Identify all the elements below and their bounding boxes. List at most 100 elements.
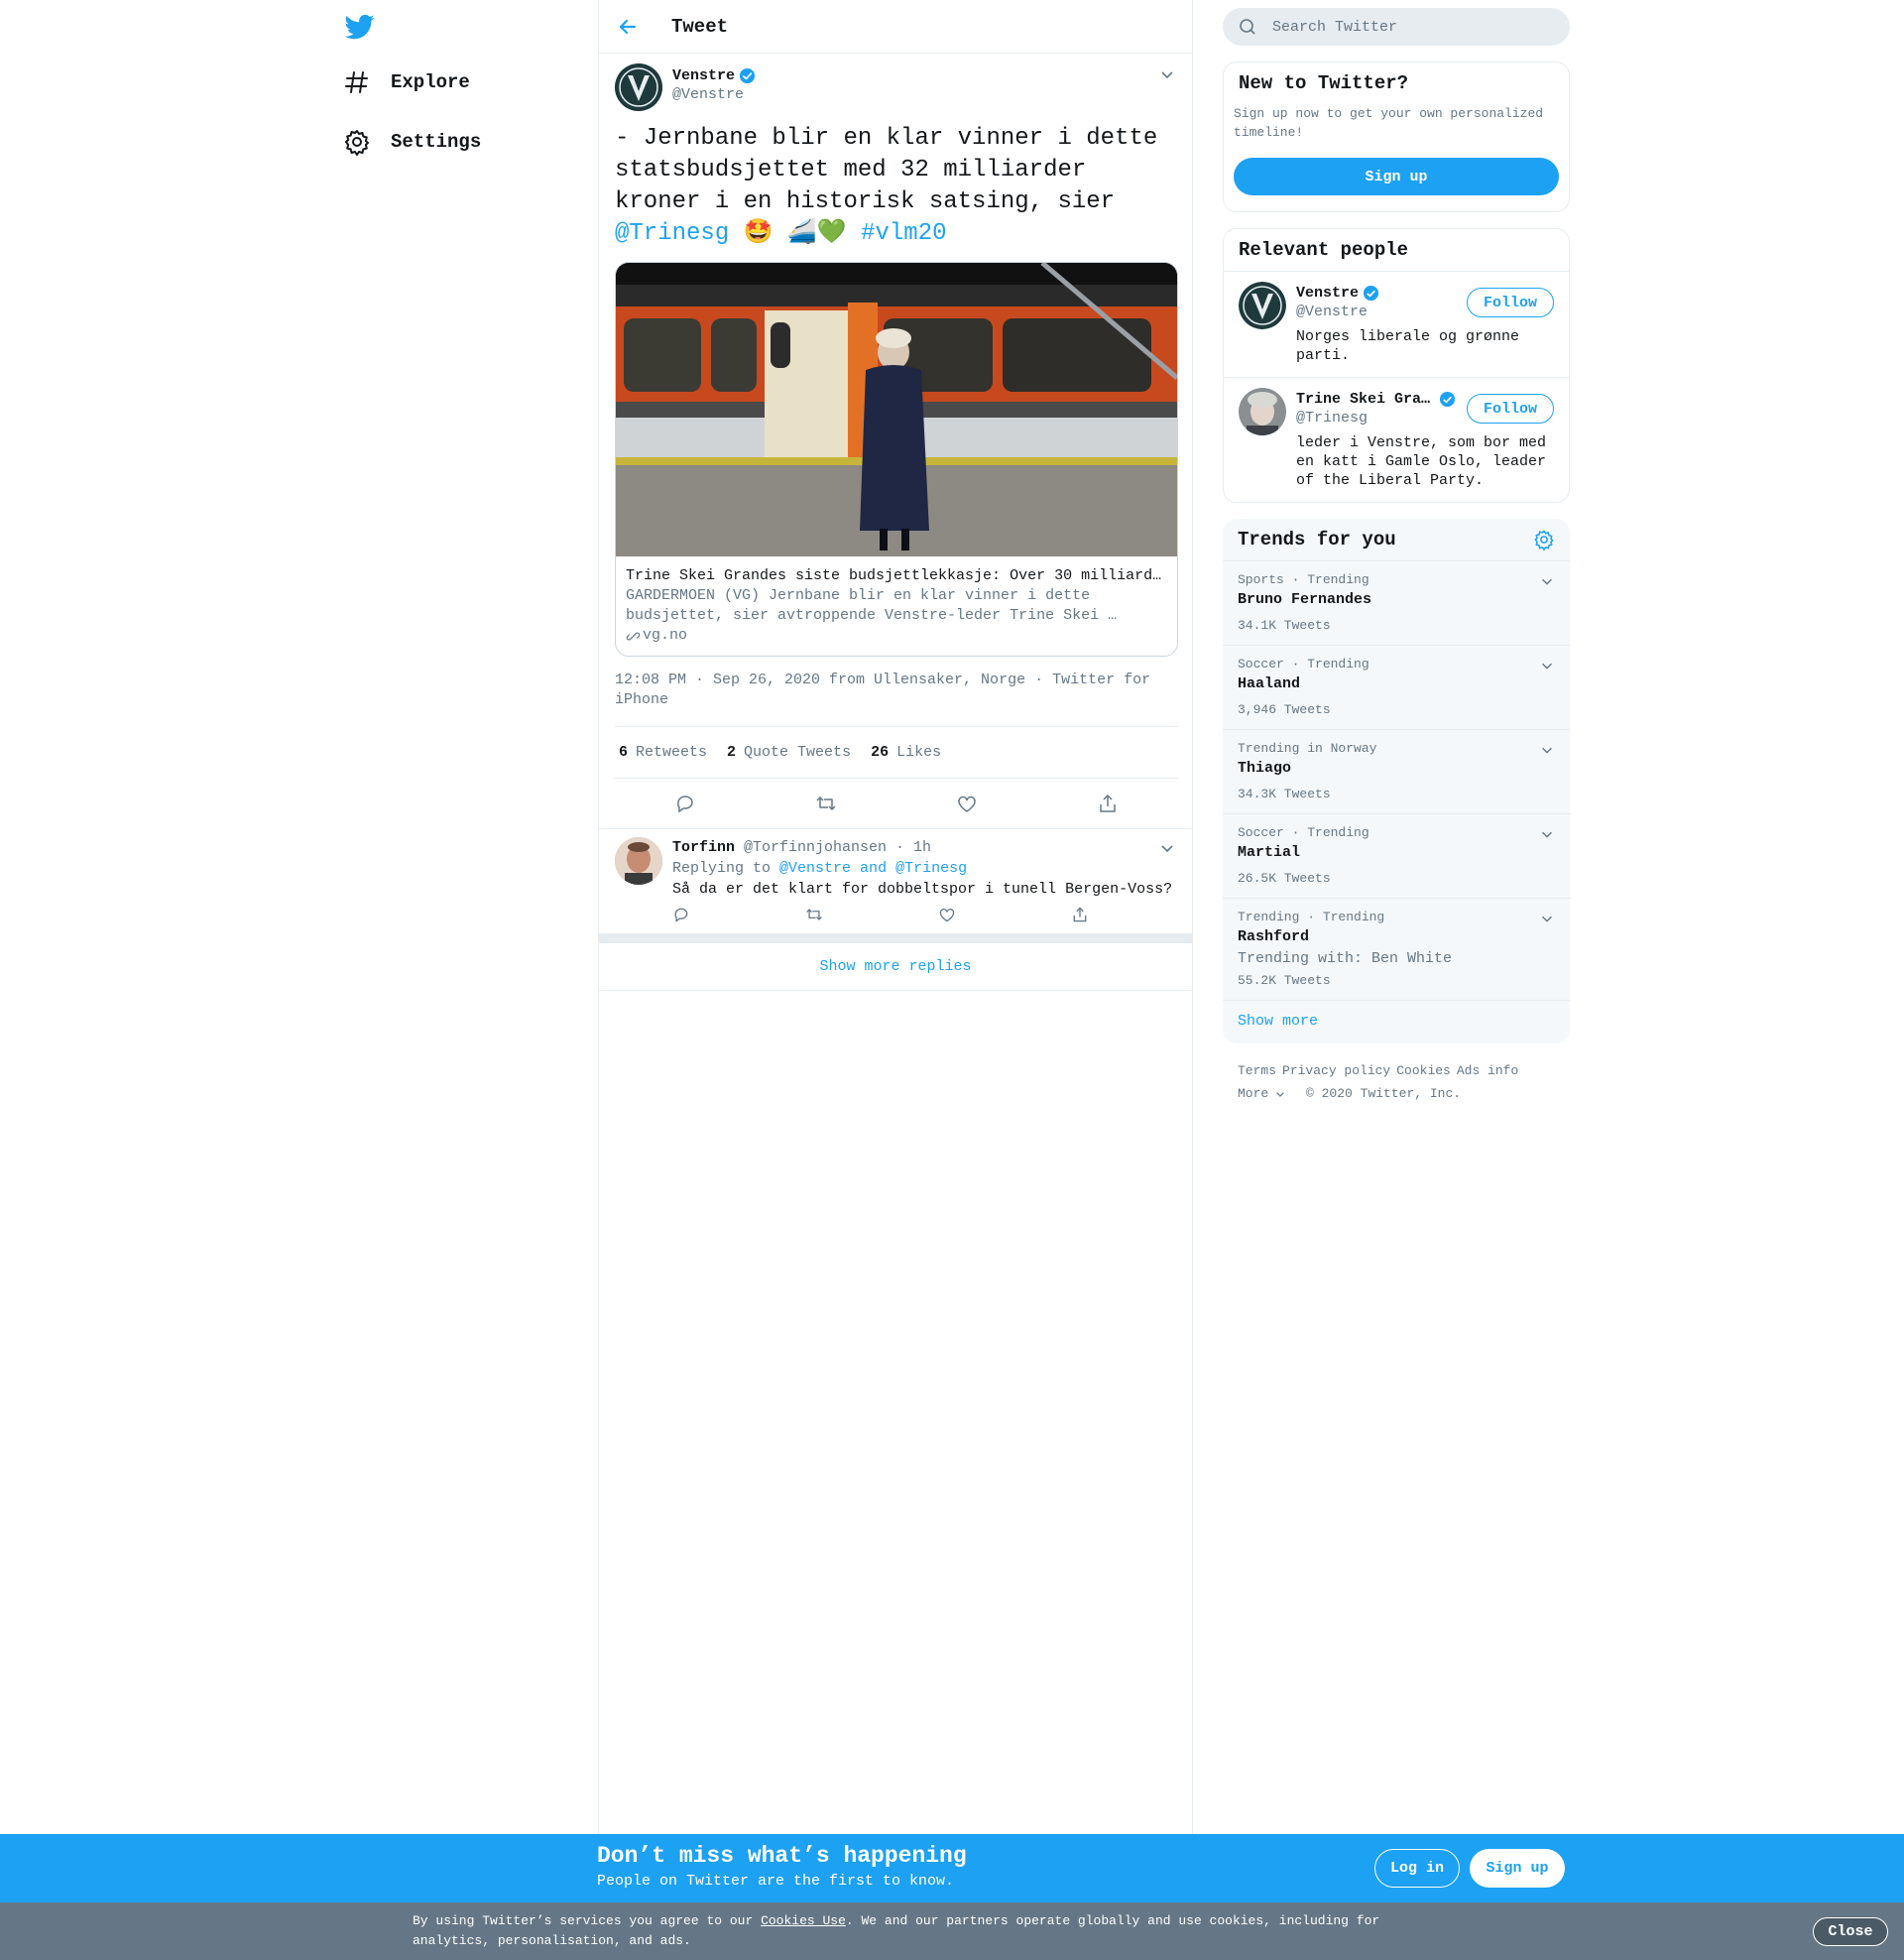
reply-text: Så da er det klart for dobbeltspor i tun… (672, 881, 1173, 898)
log-in-button[interactable]: Log in (1374, 1849, 1460, 1888)
person-card[interactable]: Venstre @Venstre Norges liberale og grøn… (1224, 271, 1569, 377)
relevant-people-box: Relevant people Venstre @Venstre Norges … (1223, 228, 1570, 503)
footer-link-cookies[interactable]: Cookies (1396, 1063, 1451, 1078)
cookies-use-link[interactable]: Cookies Use (761, 1913, 846, 1928)
footer-more-label: More (1238, 1086, 1269, 1101)
tweet-emoji-train-heart: 🚄💚 (786, 220, 847, 247)
trend-name: Rashford (1238, 928, 1310, 945)
retweet-icon[interactable] (805, 906, 823, 923)
link-card[interactable]: Trine Skei Grandes siste budsjettlekkasj… (615, 262, 1178, 657)
gear-icon[interactable] (1533, 529, 1555, 551)
tweet-metadata: 12:08 PM · Sep 26, 2020 from Ullensaker,… (615, 671, 1178, 727)
stat-likes[interactable]: 26 Likes (871, 744, 941, 761)
person-card[interactable]: Trine Skei Grande @Trinesg leder i Venst… (1224, 377, 1569, 502)
follow-button[interactable]: Follow (1466, 288, 1554, 317)
reply-icon[interactable] (674, 793, 696, 814)
retweet-icon[interactable] (815, 793, 837, 814)
nav-label-settings: Settings (391, 131, 482, 153)
verified-badge-icon (739, 67, 756, 84)
stat-likes-count: 26 (871, 744, 890, 761)
stat-likes-label: Likes (896, 744, 942, 761)
avatar[interactable] (1239, 388, 1286, 435)
stat-quote-label: Quote Tweets (744, 744, 852, 761)
reply-icon[interactable] (672, 906, 690, 923)
person-name[interactable]: Trine Skei Grande (1296, 390, 1435, 409)
trend-count: 34.1K Tweets (1238, 618, 1331, 633)
trend-item[interactable]: Trending · Trending Rashford Trending wi… (1223, 899, 1570, 1001)
reply-tweet[interactable]: Torfinn @Torfinnjohansen · 1h Replying t… (599, 828, 1192, 933)
verified-badge-icon (1363, 285, 1379, 302)
divider (599, 933, 1192, 943)
sign-up-button[interactable]: Sign up (1234, 158, 1559, 195)
person-bio: Norges liberale og grønne parti. (1296, 328, 1520, 364)
trend-item[interactable]: Sports · Trending Bruno Fernandes 34.1K … (1223, 561, 1570, 646)
tweet-emoji: 🤩 (743, 220, 774, 247)
avatar[interactable] (615, 63, 662, 111)
tweet-author-handle: @Venstre (672, 86, 745, 103)
heart-icon[interactable] (938, 906, 956, 923)
tweet-author-name[interactable]: Venstre (672, 67, 735, 84)
search-input[interactable]: Search Twitter (1223, 8, 1570, 46)
footer-more-menu[interactable]: More (1238, 1086, 1292, 1101)
avatar[interactable] (615, 837, 662, 885)
chevron-down-icon[interactable] (1539, 658, 1555, 674)
cookie-text-before: By using Twitter’s services you agree to… (413, 1913, 762, 1928)
chevron-down-icon[interactable] (1539, 573, 1555, 589)
trends-show-more-link[interactable]: Show more (1223, 1001, 1570, 1043)
footer-link-terms[interactable]: Terms (1238, 1063, 1276, 1078)
share-icon[interactable] (1097, 793, 1119, 814)
trend-count: 26.5K Tweets (1238, 871, 1331, 886)
tweet-author[interactable]: Venstre @Venstre (615, 54, 1176, 111)
back-arrow-icon[interactable] (617, 16, 639, 38)
trend-item[interactable]: Soccer · Trending Haaland 3,946 Tweets (1223, 646, 1570, 730)
replying-to-prefix: Replying to (672, 860, 772, 877)
stat-quote-tweets[interactable]: 2 Quote Tweets (727, 744, 851, 761)
trend-item[interactable]: Soccer · Trending Martial 26.5K Tweets (1223, 814, 1570, 899)
person-name[interactable]: Venstre (1296, 284, 1359, 303)
sign-up-button[interactable]: Sign up (1470, 1849, 1565, 1888)
avatar[interactable] (1239, 282, 1286, 329)
chevron-down-icon[interactable] (1539, 826, 1555, 842)
card-source: vg.no (626, 626, 1167, 646)
tweet-hashtag-link[interactable]: #vlm20 (861, 220, 946, 247)
share-icon[interactable] (1071, 906, 1089, 923)
tweet-mention-link[interactable]: @Trinesg (615, 220, 729, 247)
trends-header: Trends for you (1223, 519, 1570, 561)
trend-context: Trending · Trending (1238, 910, 1385, 924)
tweet-stats: 6 Retweets 2 Quote Tweets 26 Likes (615, 727, 1178, 779)
show-more-replies-button[interactable]: Show more replies (599, 943, 1192, 991)
cookie-text: By using Twitter’s services you agree to… (413, 1911, 1404, 1951)
nav-item-explore[interactable]: Explore (343, 61, 470, 104)
trend-item[interactable]: Trending in Norway Thiago 34.3K Tweets (1223, 730, 1570, 814)
follow-button[interactable]: Follow (1466, 394, 1554, 424)
gear-icon (343, 128, 371, 156)
twitter-logo-icon[interactable] (345, 12, 375, 42)
main-column: Tweet Venstre @Venstre - Jernbane blir e… (598, 0, 1193, 1960)
chevron-down-icon[interactable] (1539, 911, 1555, 926)
promo-title: Don’t miss what’s happening (597, 1843, 967, 1869)
trend-name: Martial (1238, 844, 1301, 861)
stat-quote-count: 2 (727, 744, 737, 761)
chevron-down-icon[interactable] (1539, 742, 1555, 758)
card-description: GARDERMOEN (VG) Jernbane blir en klar vi… (626, 587, 1118, 624)
hash-icon (343, 68, 371, 96)
tweet-actions (615, 779, 1178, 828)
heart-icon[interactable] (956, 793, 978, 814)
chevron-down-icon[interactable] (1158, 839, 1176, 857)
nav-item-settings[interactable]: Settings (343, 120, 481, 164)
page-title: Tweet (671, 15, 729, 38)
footer-link-privacy[interactable]: Privacy policy (1282, 1063, 1390, 1078)
search-icon (1239, 18, 1256, 36)
footer-link-ads-info[interactable]: Ads info (1457, 1063, 1518, 1078)
stat-retweets[interactable]: 6 Retweets (619, 744, 707, 761)
new-to-twitter-box: New to Twitter? Sign up now to get your … (1223, 61, 1570, 212)
trend-count: 55.2K Tweets (1238, 973, 1331, 988)
close-button[interactable]: Close (1813, 1917, 1888, 1946)
trend-name: Haaland (1238, 675, 1301, 692)
replying-to-links[interactable]: @Venstre and @Trinesg (779, 860, 967, 877)
chevron-down-icon[interactable] (1158, 65, 1176, 83)
promo-subtitle: People on Twitter are the first to know. (597, 1873, 955, 1890)
new-to-twitter-text: Sign up now to get your own personalized… (1234, 106, 1544, 140)
reply-author-name[interactable]: Torfinn (672, 839, 735, 856)
search-placeholder: Search Twitter (1272, 18, 1398, 36)
